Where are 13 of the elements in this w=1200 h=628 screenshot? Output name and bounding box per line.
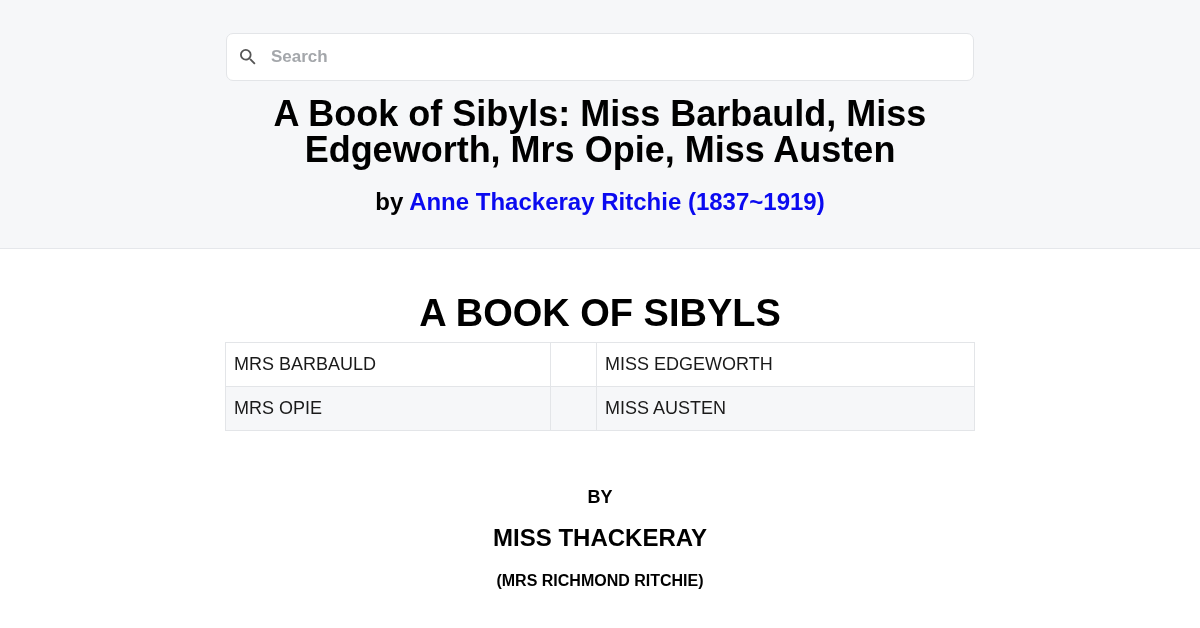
byline: by Anne Thackeray Ritchie (1837~1919) <box>375 187 825 217</box>
book-title: A Book of Sibyls: Miss Barbauld, Miss Edgeworth, Mrs Opie, Miss Austen <box>272 96 928 168</box>
author-link[interactable]: Anne Thackeray Ritchie (1837~1919) <box>409 188 825 215</box>
table-cell: MRS OPIE <box>225 386 551 431</box>
table-cell: MRS BARBAULD <box>225 342 551 387</box>
search-icon <box>240 49 256 65</box>
author-note: (MRS RICHMOND RITCHIE) <box>496 571 704 591</box>
author-name: MISS THACKERAY <box>493 523 707 553</box>
content-heading: A BOOK OF SIBYLS <box>419 291 781 335</box>
table-cell: MISS AUSTEN <box>596 386 975 431</box>
by-label: BY <box>587 486 613 509</box>
search-field[interactable]: Search <box>226 33 974 81</box>
table-cell: MISS EDGEWORTH <box>596 342 975 387</box>
